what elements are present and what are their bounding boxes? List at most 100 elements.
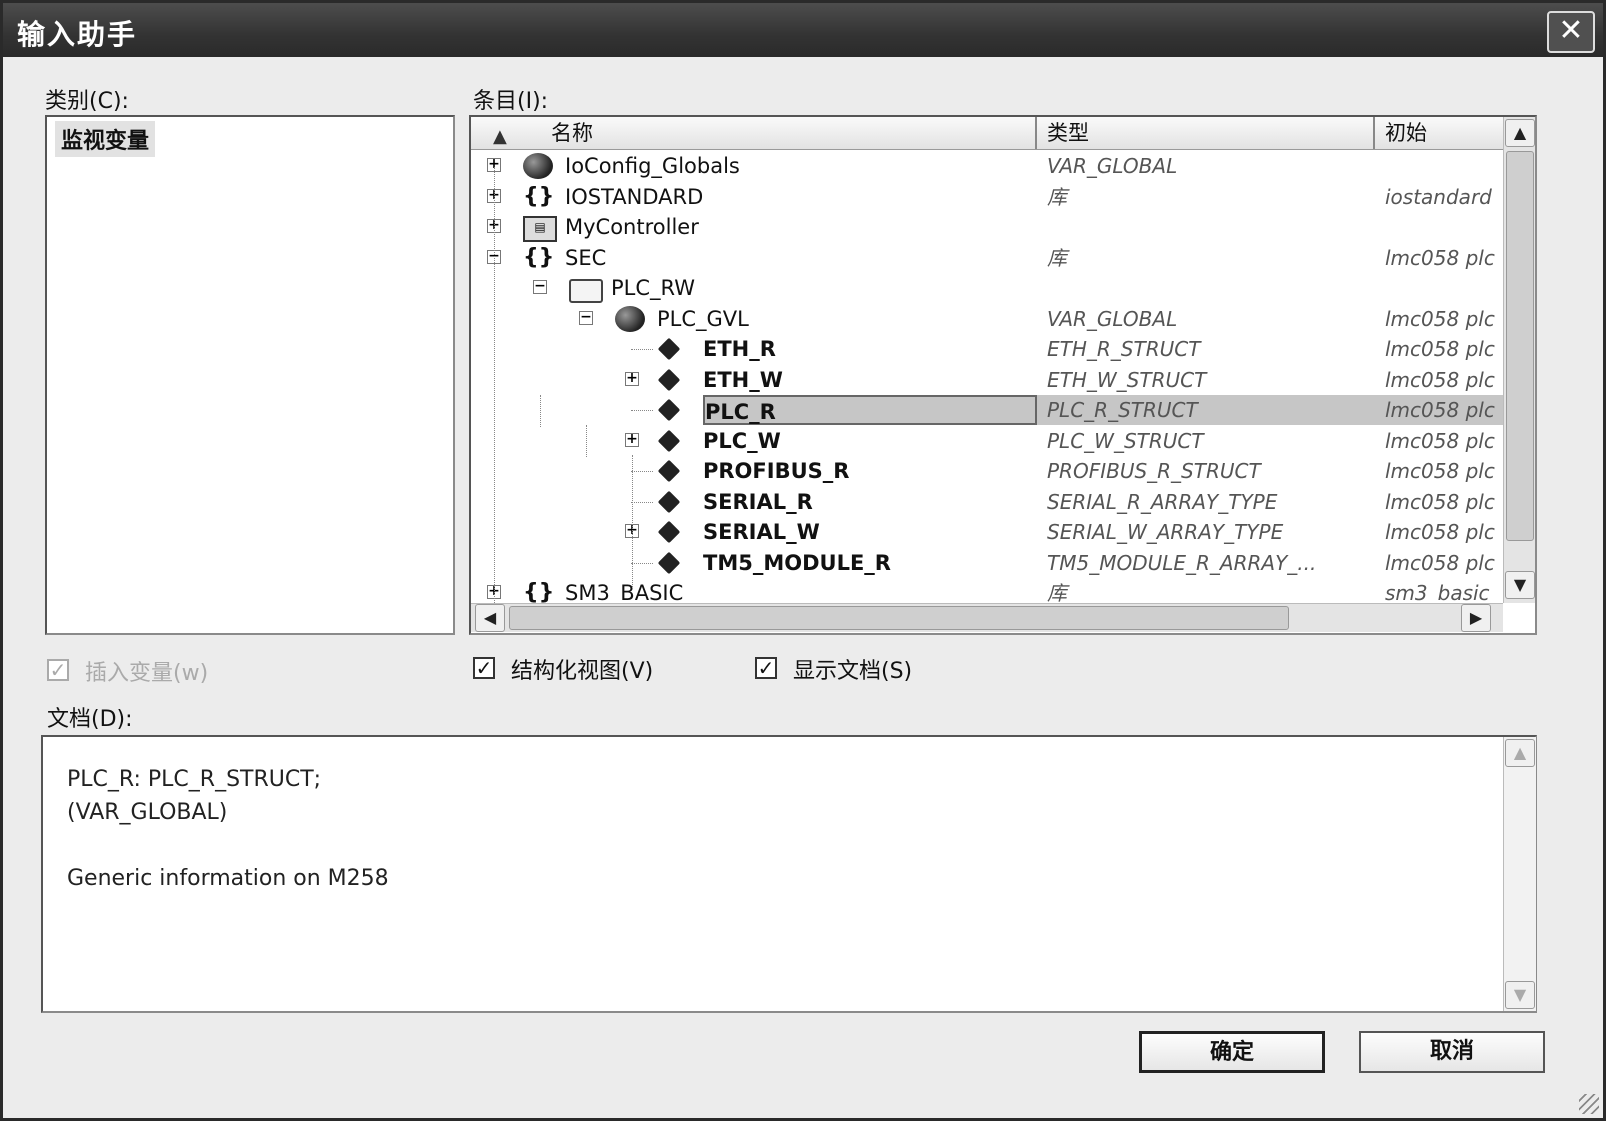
insert-variable-label: 插入变量(w) (85, 661, 209, 686)
show-docs-checkbox[interactable]: ✓ (755, 657, 777, 679)
tree-row[interactable]: + PLC_W PLC_W_STRUCT lmc058 plc (471, 426, 1501, 456)
tree-row[interactable]: TM5_MODULE_R TM5_MODULE_R_ARRAY_... lmc058… (471, 548, 1501, 578)
scroll-up-button[interactable]: ▲ (1505, 119, 1535, 147)
tree-guide-line (540, 395, 541, 427)
category-list[interactable]: 监视变量 (45, 115, 455, 635)
tree-item-type: PLC_R_STRUCT (1047, 398, 1198, 422)
entries-horizontal-scrollbar[interactable]: ◀ ▶ (471, 603, 1503, 632)
tree-row[interactable]: +{} IOSTANDARD 库 iostandard (471, 182, 1501, 212)
column-header-name[interactable]: ▲ 名称 (471, 117, 1037, 149)
tree-item-initial: lmc058 plc (1385, 520, 1495, 544)
tree-item-name[interactable]: ETH_W (703, 365, 783, 395)
tree-row[interactable]: SERIAL_R SERIAL_R_ARRAY_TYPE lmc058 plc (471, 487, 1501, 517)
tree-row[interactable]: + ETH_W ETH_W_STRUCT lmc058 plc (471, 365, 1501, 395)
globe-icon (523, 153, 553, 179)
tree-connector (631, 471, 653, 472)
expand-icon[interactable]: + (625, 371, 639, 386)
tree-item-name[interactable]: PLC_GVL (657, 304, 749, 334)
horizontal-scroll-thumb[interactable] (509, 606, 1289, 630)
tree-item-name[interactable]: PLC_W (703, 426, 781, 456)
tree-item-type: ETH_R_STRUCT (1047, 337, 1201, 361)
structured-view-checkbox[interactable]: ✓ (473, 657, 495, 679)
close-button[interactable]: ✕ (1547, 11, 1595, 53)
tree-row[interactable]: ETH_R ETH_R_STRUCT lmc058 plc (471, 334, 1501, 364)
tree-item-name[interactable]: IOSTANDARD (565, 182, 703, 212)
tree-item-type: TM5_MODULE_R_ARRAY_... (1047, 550, 1317, 575)
variable-icon (657, 459, 681, 483)
tree-item-name[interactable]: SEC (565, 243, 606, 273)
tree-connector (631, 410, 653, 411)
tree-row[interactable]: − PLC_RW (471, 273, 1501, 303)
entries-tree-table[interactable]: ▲ 名称 类型 初始 + IoConfig_Globals VAR_GLOBAL + {… (469, 115, 1537, 635)
entries-label: 条目(I): (473, 89, 549, 114)
tree-item-type: ETH_W_STRUCT (1047, 367, 1207, 392)
tree-item-type: VAR_GLOBAL (1047, 306, 1178, 331)
ok-button[interactable]: 确定 (1139, 1031, 1325, 1073)
tree-item-name[interactable]: IoConfig_Globals (565, 151, 740, 181)
input-assistant-dialog: 输入助手 ✕ 类别(C): 监视变量 条目(I): ▲ 名称 类型 初始 + Io… (0, 0, 1606, 1121)
tree-item-initial: lmc058 plc (1385, 428, 1495, 453)
library-icon: {} (523, 183, 555, 209)
tree-item-name[interactable]: PROFIBUS_R (703, 456, 849, 486)
documentation-box[interactable]: PLC_R: PLC_R_STRUCT; (VAR_GLOBAL) Generi… (41, 735, 1537, 1013)
tree-item-name[interactable]: SERIAL_R (703, 487, 813, 517)
tree-item-initial: lmc058 plc (1385, 489, 1495, 514)
doc-scroll-down-button[interactable]: ▼ (1505, 981, 1535, 1009)
documentation-text: PLC_R: PLC_R_STRUCT; (VAR_GLOBAL) Generi… (67, 767, 389, 891)
tree-item-type: PLC_W_STRUCT (1047, 428, 1204, 453)
table-header: ▲ 名称 类型 初始 (471, 117, 1505, 150)
entries-vertical-scrollbar[interactable]: ▲ ▼ (1503, 117, 1535, 603)
expand-icon[interactable]: + (625, 432, 639, 447)
show-docs-label: 显示文档(S) (793, 659, 913, 684)
documentation-scrollbar[interactable]: ▲ ▼ (1503, 737, 1536, 1011)
tree-item-type: VAR_GLOBAL (1047, 154, 1178, 178)
tree-row[interactable]: PLC_R PLC_R_STRUCT lmc058 plc (471, 395, 1507, 425)
resize-grip-icon[interactable] (1579, 1094, 1599, 1114)
tree-item-type: SERIAL_W_ARRAY_TYPE (1047, 520, 1284, 544)
scroll-right-button[interactable]: ▶ (1461, 604, 1491, 632)
tree-item-initial: lmc058 plc (1385, 398, 1495, 422)
tree-item-name[interactable]: SERIAL_W (703, 517, 820, 547)
tree-row[interactable]: + SERIAL_W SERIAL_W_ARRAY_TYPE lmc058 plc (471, 517, 1501, 547)
tree-connector (631, 349, 653, 350)
tree-item-initial: iostandard (1385, 184, 1492, 209)
column-header-type[interactable]: 类型 (1037, 117, 1375, 149)
tree-connector (631, 501, 653, 503)
cancel-button[interactable]: 取消 (1359, 1031, 1545, 1073)
tree-item-initial (1385, 273, 1497, 303)
tree-item-name[interactable]: ETH_R (703, 334, 776, 364)
documentation-label: 文档(D): (47, 707, 133, 732)
tree-row[interactable]: −{} SEC 库 lmc058 plc (471, 243, 1501, 273)
tree-item-initial: lmc058 plc (1385, 367, 1495, 392)
tree-row[interactable]: PROFIBUS_R PROFIBUS_R_STRUCT lmc058 plc (471, 456, 1501, 486)
tree-guide-line (494, 167, 495, 617)
category-item-watch-variables[interactable]: 监视变量 (55, 121, 156, 157)
library-icon: {} (523, 244, 555, 270)
tree-item-type: 库 (1047, 184, 1067, 209)
tree-row[interactable]: + ▤ MyController (471, 212, 1501, 242)
tree-item-name[interactable]: PLC_R (703, 395, 1037, 425)
tree-connector (631, 562, 653, 564)
tree-item-type (1047, 212, 1367, 242)
tree-item-name[interactable]: TM5_MODULE_R (703, 548, 891, 578)
scroll-left-button[interactable]: ◀ (475, 604, 505, 632)
collapse-icon[interactable]: − (579, 310, 593, 325)
tree-item-initial: lmc058 plc (1385, 459, 1495, 483)
tree-item-initial: lmc058 plc (1385, 550, 1495, 575)
doc-scroll-up-button[interactable]: ▲ (1505, 739, 1535, 767)
column-header-initial[interactable]: 初始 (1375, 117, 1505, 149)
tree-guide-line (586, 425, 587, 457)
scroll-down-button[interactable]: ▼ (1505, 571, 1535, 599)
title-bar[interactable]: 输入助手 ✕ (3, 3, 1603, 57)
collapse-icon[interactable]: − (533, 279, 547, 294)
tree-row[interactable]: − PLC_GVL VAR_GLOBAL lmc058 plc (471, 304, 1501, 334)
folder-icon (569, 279, 603, 303)
insert-variable-checkbox[interactable]: ✓ (47, 659, 69, 681)
tree-item-name[interactable]: PLC_RW (611, 273, 695, 303)
variable-icon (657, 551, 681, 574)
tree-row[interactable]: + IoConfig_Globals VAR_GLOBAL (471, 151, 1501, 181)
vertical-scroll-thumb[interactable] (1506, 151, 1534, 541)
tree-item-name[interactable]: MyController (565, 212, 699, 242)
sort-ascending-icon: ▲ (493, 126, 507, 147)
variable-icon (657, 368, 681, 391)
